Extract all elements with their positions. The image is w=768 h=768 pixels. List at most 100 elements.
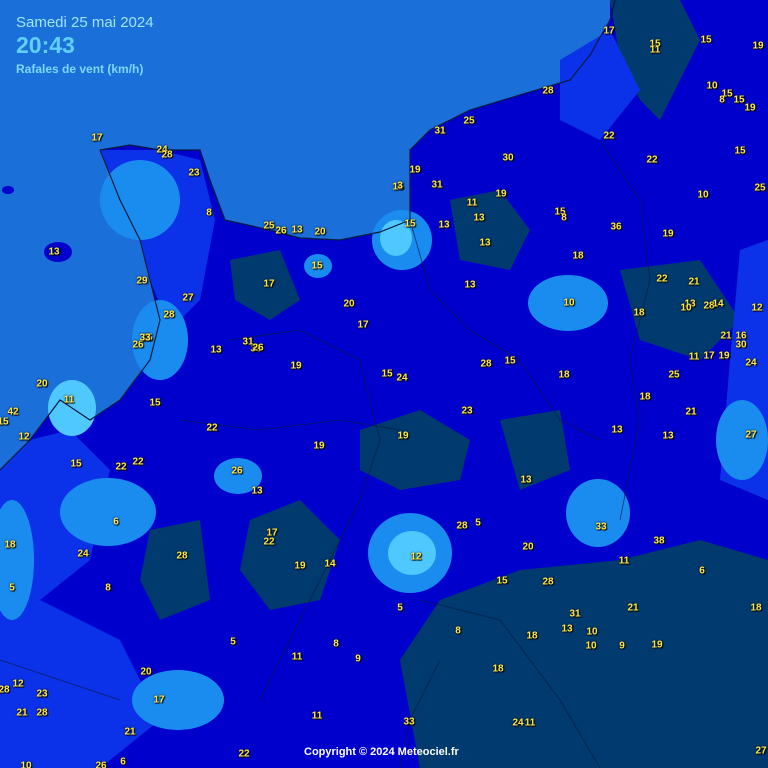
station-value: 17 [263, 278, 275, 290]
station-value: 24 [77, 548, 89, 560]
station-value: 18 [492, 663, 504, 675]
station-value: 27 [745, 429, 757, 441]
station-value: 28 [542, 576, 554, 588]
station-value: 13 [291, 224, 303, 236]
station-value: 8 [333, 638, 339, 650]
station-value: 3 [397, 180, 403, 192]
station-value: 18 [750, 602, 762, 614]
station-value: 15 [733, 94, 745, 106]
station-value: 19 [313, 440, 325, 452]
station-value: 13 [48, 246, 60, 258]
station-value: 15 [404, 218, 416, 230]
station-value: 24 [512, 717, 524, 729]
station-value: 13 [473, 212, 485, 224]
station-value: 15 [149, 397, 161, 409]
station-value: 22 [656, 273, 668, 285]
island [2, 186, 14, 194]
station-value: 19 [662, 228, 674, 240]
station-value: 15 [496, 575, 508, 587]
station-value: 26 [275, 225, 287, 237]
station-value: 12 [18, 431, 30, 443]
station-value: 19 [752, 40, 764, 52]
station-value: 23 [188, 167, 200, 179]
station-value: 13 [662, 430, 674, 442]
station-value: 15 [700, 34, 712, 46]
station-value: 17 [91, 132, 103, 144]
station-value: 23 [36, 688, 48, 700]
station-value: 6 [113, 516, 119, 528]
station-value: 21 [124, 726, 136, 738]
station-value: 33 [595, 521, 607, 533]
station-value: 21 [16, 707, 28, 719]
station-value: 17 [603, 25, 615, 37]
station-value: 18 [558, 369, 570, 381]
station-value: 38 [653, 535, 665, 547]
station-value: 14 [712, 298, 724, 310]
station-value: 26 [252, 342, 264, 354]
station-value: 21 [720, 330, 732, 342]
station-value: 15 [0, 416, 9, 428]
station-value: 20 [314, 226, 326, 238]
station-value: 8 [561, 212, 567, 224]
station-value: 25 [463, 115, 475, 127]
copyright-notice: Copyright © 2024 Meteociel.fr [304, 746, 459, 758]
station-value: 28 [36, 707, 48, 719]
station-value: 17 [357, 319, 369, 331]
station-value: 27 [182, 292, 194, 304]
station-value: 19 [290, 360, 302, 372]
station-value: 11 [649, 44, 661, 56]
station-value: 18 [639, 391, 651, 403]
station-value: 19 [744, 102, 756, 114]
station-value: 22 [115, 461, 127, 473]
wind-gust-map: Samedi 25 mai 2024 20:43 Rafales de vent… [0, 0, 768, 768]
station-value: 21 [688, 276, 700, 288]
station-value: 17 [703, 350, 715, 362]
station-value: 13 [611, 424, 623, 436]
map-background [0, 0, 768, 768]
map-time: 20:43 [16, 32, 75, 58]
station-value: 13 [438, 219, 450, 231]
station-value: 8 [206, 207, 212, 219]
station-value: 28 [456, 520, 468, 532]
station-value: 5 [397, 602, 403, 614]
station-value: 13 [251, 485, 263, 497]
station-value: 21 [685, 406, 697, 418]
station-value: 22 [132, 456, 144, 468]
station-value: 24 [396, 372, 408, 384]
station-value: 14 [324, 558, 336, 570]
station-value: 20 [140, 666, 152, 678]
station-value: 20 [522, 541, 534, 553]
station-value: 19 [495, 188, 507, 200]
station-value: 30 [502, 152, 514, 164]
station-value: 25 [263, 220, 275, 232]
station-value: 10 [20, 760, 32, 768]
station-value: 25 [754, 182, 766, 194]
station-value: 36 [610, 221, 622, 233]
map-subtitle: Rafales de vent (km/h) [16, 62, 144, 76]
station-value: 15 [734, 145, 746, 157]
station-value: 13 [210, 344, 222, 356]
station-value: 33 [139, 332, 151, 344]
station-value: 12 [410, 551, 422, 563]
station-value: 6 [699, 565, 705, 577]
station-value: 26 [95, 760, 107, 768]
station-value: 31 [431, 179, 443, 191]
station-value: 11 [466, 197, 478, 209]
station-value: 19 [397, 430, 409, 442]
station-value: 22 [603, 130, 615, 142]
station-value: 30 [735, 339, 747, 351]
station-value: 31 [569, 608, 581, 620]
station-value: 17 [153, 694, 165, 706]
station-value: 6 [120, 756, 126, 768]
station-value: 10 [680, 302, 692, 314]
station-value: 28 [480, 358, 492, 370]
station-value: 9 [619, 640, 625, 652]
station-value: 10 [706, 80, 718, 92]
station-value: 22 [238, 748, 250, 760]
station-value: 20 [343, 298, 355, 310]
station-value: 19 [294, 560, 306, 572]
station-value: 12 [751, 302, 763, 314]
station-value: 13 [479, 237, 491, 249]
station-value: 28 [542, 85, 554, 97]
station-value: 26 [231, 465, 243, 477]
